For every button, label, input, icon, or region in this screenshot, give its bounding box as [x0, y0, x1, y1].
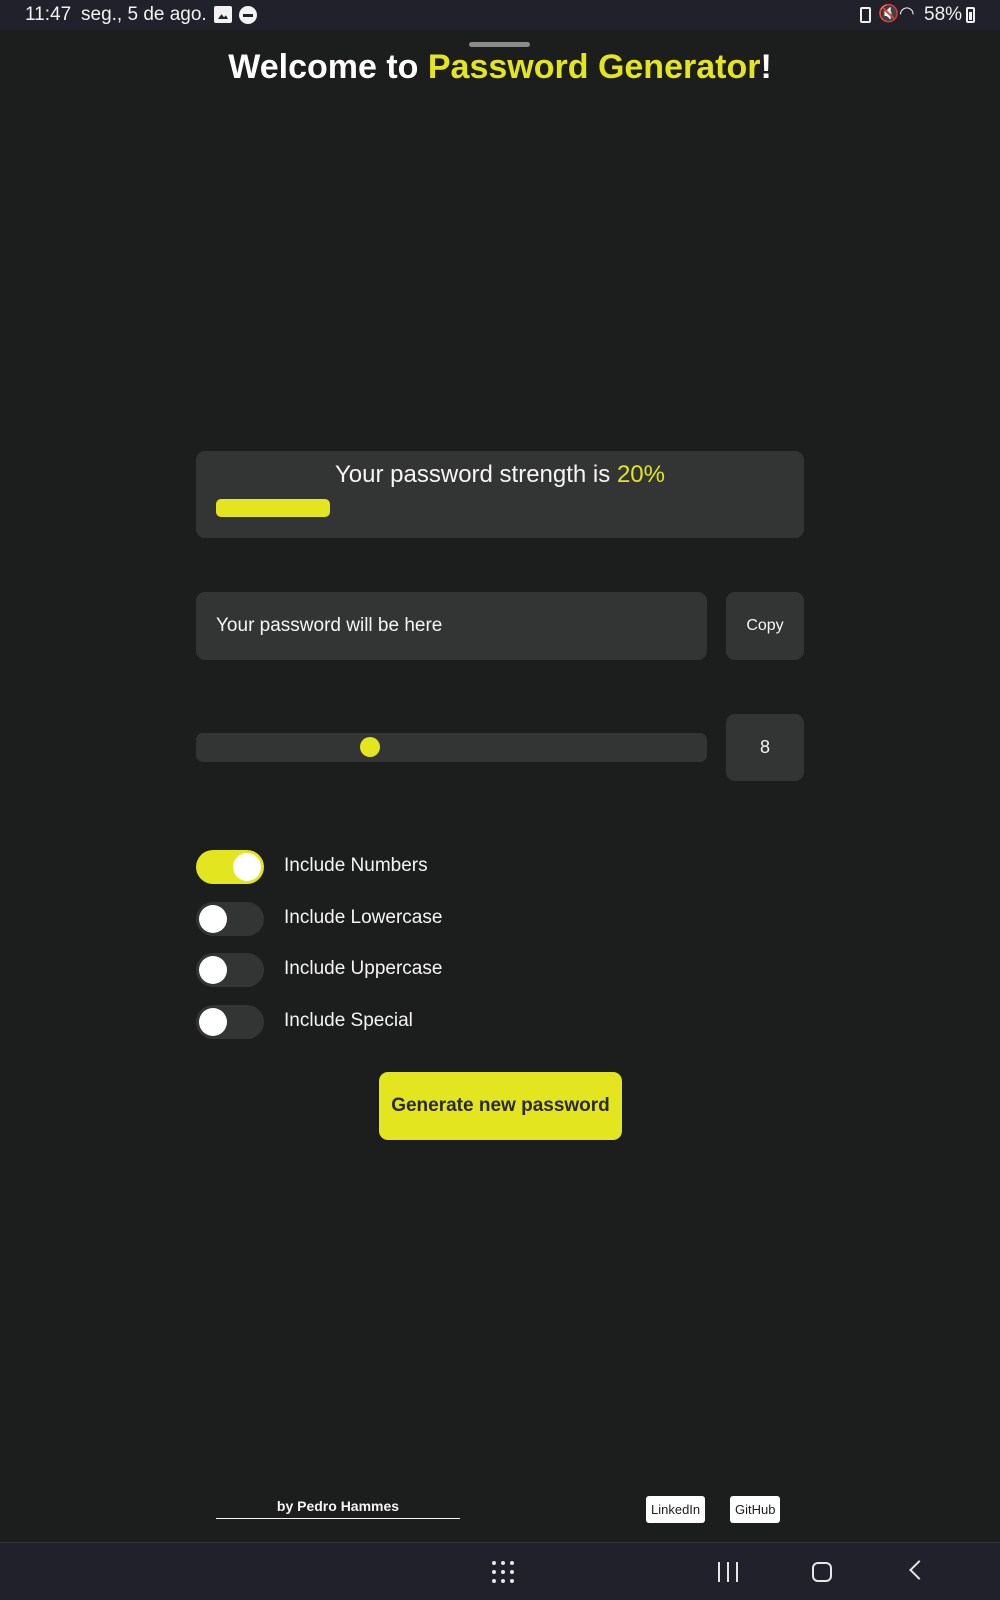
home-icon[interactable] [812, 1562, 832, 1582]
strength-card: Your password strength is 20% [196, 451, 804, 538]
mute-icon: 🔇 [878, 4, 900, 23]
strength-value: 20% [616, 461, 665, 488]
strength-label: Your password strength is [335, 461, 617, 488]
title-suffix: ! [760, 48, 772, 86]
option-numbers[interactable]: Include Numbers [196, 850, 596, 884]
toggle-knob [199, 1008, 227, 1036]
drag-handle[interactable] [469, 42, 530, 47]
recents-icon[interactable] [718, 1562, 738, 1582]
author-credit[interactable]: by Pedro Hammes [216, 1498, 460, 1519]
status-bar: 11:47 seg., 5 de ago. 🔇 ◠ 58% [0, 0, 1000, 30]
option-label: Include Uppercase [284, 958, 443, 979]
option-lowercase[interactable]: Include Lowercase [196, 902, 596, 936]
apps-icon[interactable] [492, 1561, 514, 1583]
back-icon[interactable] [909, 1560, 929, 1580]
title-highlight: Password Generator [427, 48, 761, 86]
page-title: Welcome to Password Generator! [0, 48, 1000, 87]
special-toggle[interactable] [196, 1005, 264, 1039]
toggle-knob [233, 853, 261, 881]
dnd-icon [239, 6, 257, 24]
navigation-bar [0, 1542, 1000, 1600]
option-label: Include Lowercase [284, 907, 443, 928]
toggle-knob [199, 956, 227, 984]
strength-bar [216, 499, 330, 517]
length-slider-thumb[interactable] [360, 737, 380, 757]
battery-percentage: 58% [924, 4, 963, 25]
password-output-field[interactable] [196, 592, 707, 660]
battery-icon [966, 7, 975, 23]
option-label: Include Special [284, 1010, 413, 1031]
strength-text: Your password strength is 20% [196, 461, 804, 489]
option-uppercase[interactable]: Include Uppercase [196, 953, 596, 987]
copy-button[interactable]: Copy [726, 592, 804, 660]
status-time: 11:47 [25, 4, 72, 25]
numbers-toggle[interactable] [196, 850, 264, 884]
wifi-icon: ◠ [899, 3, 915, 23]
option-label: Include Numbers [284, 855, 428, 876]
lowercase-toggle[interactable] [196, 902, 264, 936]
image-icon [214, 6, 232, 23]
status-date: seg., 5 de ago. [81, 4, 207, 25]
length-value: 8 [726, 714, 804, 781]
github-link[interactable]: GitHub [730, 1496, 781, 1523]
length-slider[interactable] [196, 733, 707, 762]
toggle-knob [199, 905, 227, 933]
uppercase-toggle[interactable] [196, 953, 264, 987]
title-prefix: Welcome to [228, 48, 428, 86]
option-special[interactable]: Include Special [196, 1005, 596, 1039]
linkedin-link[interactable]: LinkedIn [646, 1496, 706, 1523]
generate-password-button[interactable]: Generate new password [379, 1072, 622, 1140]
battery-saver-icon [860, 7, 871, 23]
